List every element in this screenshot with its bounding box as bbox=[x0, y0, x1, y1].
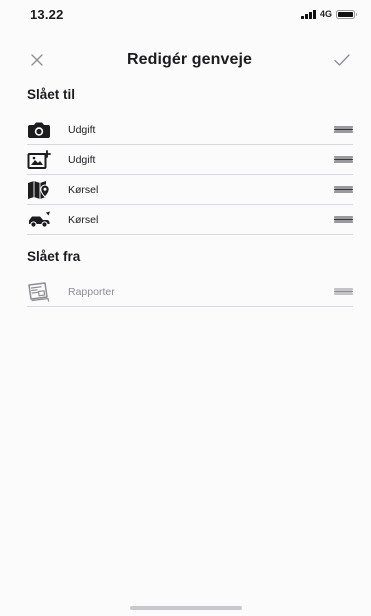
list-item[interactable]: Udgift bbox=[27, 145, 353, 175]
list-item[interactable]: Kørsel bbox=[27, 175, 353, 205]
home-indicator[interactable] bbox=[129, 606, 242, 610]
list-item[interactable]: Rapporter bbox=[27, 277, 353, 307]
list-item-label: Kørsel bbox=[68, 183, 99, 196]
enabled-shortcuts-list: Udgift Udgift Kørsel Kørsel bbox=[27, 115, 353, 235]
close-icon bbox=[31, 54, 43, 66]
checkmark-icon bbox=[334, 54, 350, 66]
list-item[interactable]: Kørsel bbox=[27, 205, 353, 235]
network-type: 4G bbox=[319, 9, 332, 19]
section-title-disabled: Slået fra bbox=[27, 249, 81, 264]
status-indicators: 4G bbox=[301, 9, 357, 19]
list-item-label: Rapporter bbox=[68, 285, 115, 298]
drag-handle-icon[interactable] bbox=[334, 216, 353, 223]
drag-handle-icon[interactable] bbox=[334, 186, 353, 193]
add-photo-icon bbox=[27, 149, 53, 171]
list-item-label: Kørsel bbox=[68, 213, 99, 226]
map-pin-icon bbox=[27, 179, 53, 201]
status-time: 13.22 bbox=[30, 6, 64, 22]
drag-handle-icon[interactable] bbox=[334, 126, 353, 133]
confirm-button[interactable] bbox=[331, 49, 353, 71]
car-icon bbox=[27, 209, 53, 231]
list-item[interactable]: Udgift bbox=[27, 115, 353, 145]
drag-handle-icon[interactable] bbox=[334, 288, 353, 295]
signal-icon bbox=[301, 9, 316, 19]
list-item-label: Udgift bbox=[68, 123, 96, 136]
battery-icon bbox=[336, 9, 357, 19]
close-button[interactable] bbox=[26, 49, 48, 71]
status-bar: 13.22 4G bbox=[0, 0, 371, 28]
report-icon bbox=[27, 281, 53, 303]
page-title: Redigér genveje bbox=[126, 51, 253, 68]
list-item-label: Udgift bbox=[68, 153, 96, 166]
screen: 13.22 4G Redigér genveje Slået til Udgif… bbox=[0, 0, 371, 616]
nav-bar: Redigér genveje bbox=[0, 44, 371, 76]
drag-handle-icon[interactable] bbox=[334, 156, 353, 163]
disabled-shortcuts-list: Rapporter bbox=[27, 277, 353, 307]
section-title-enabled: Slået til bbox=[27, 87, 76, 102]
camera-icon bbox=[27, 119, 53, 141]
